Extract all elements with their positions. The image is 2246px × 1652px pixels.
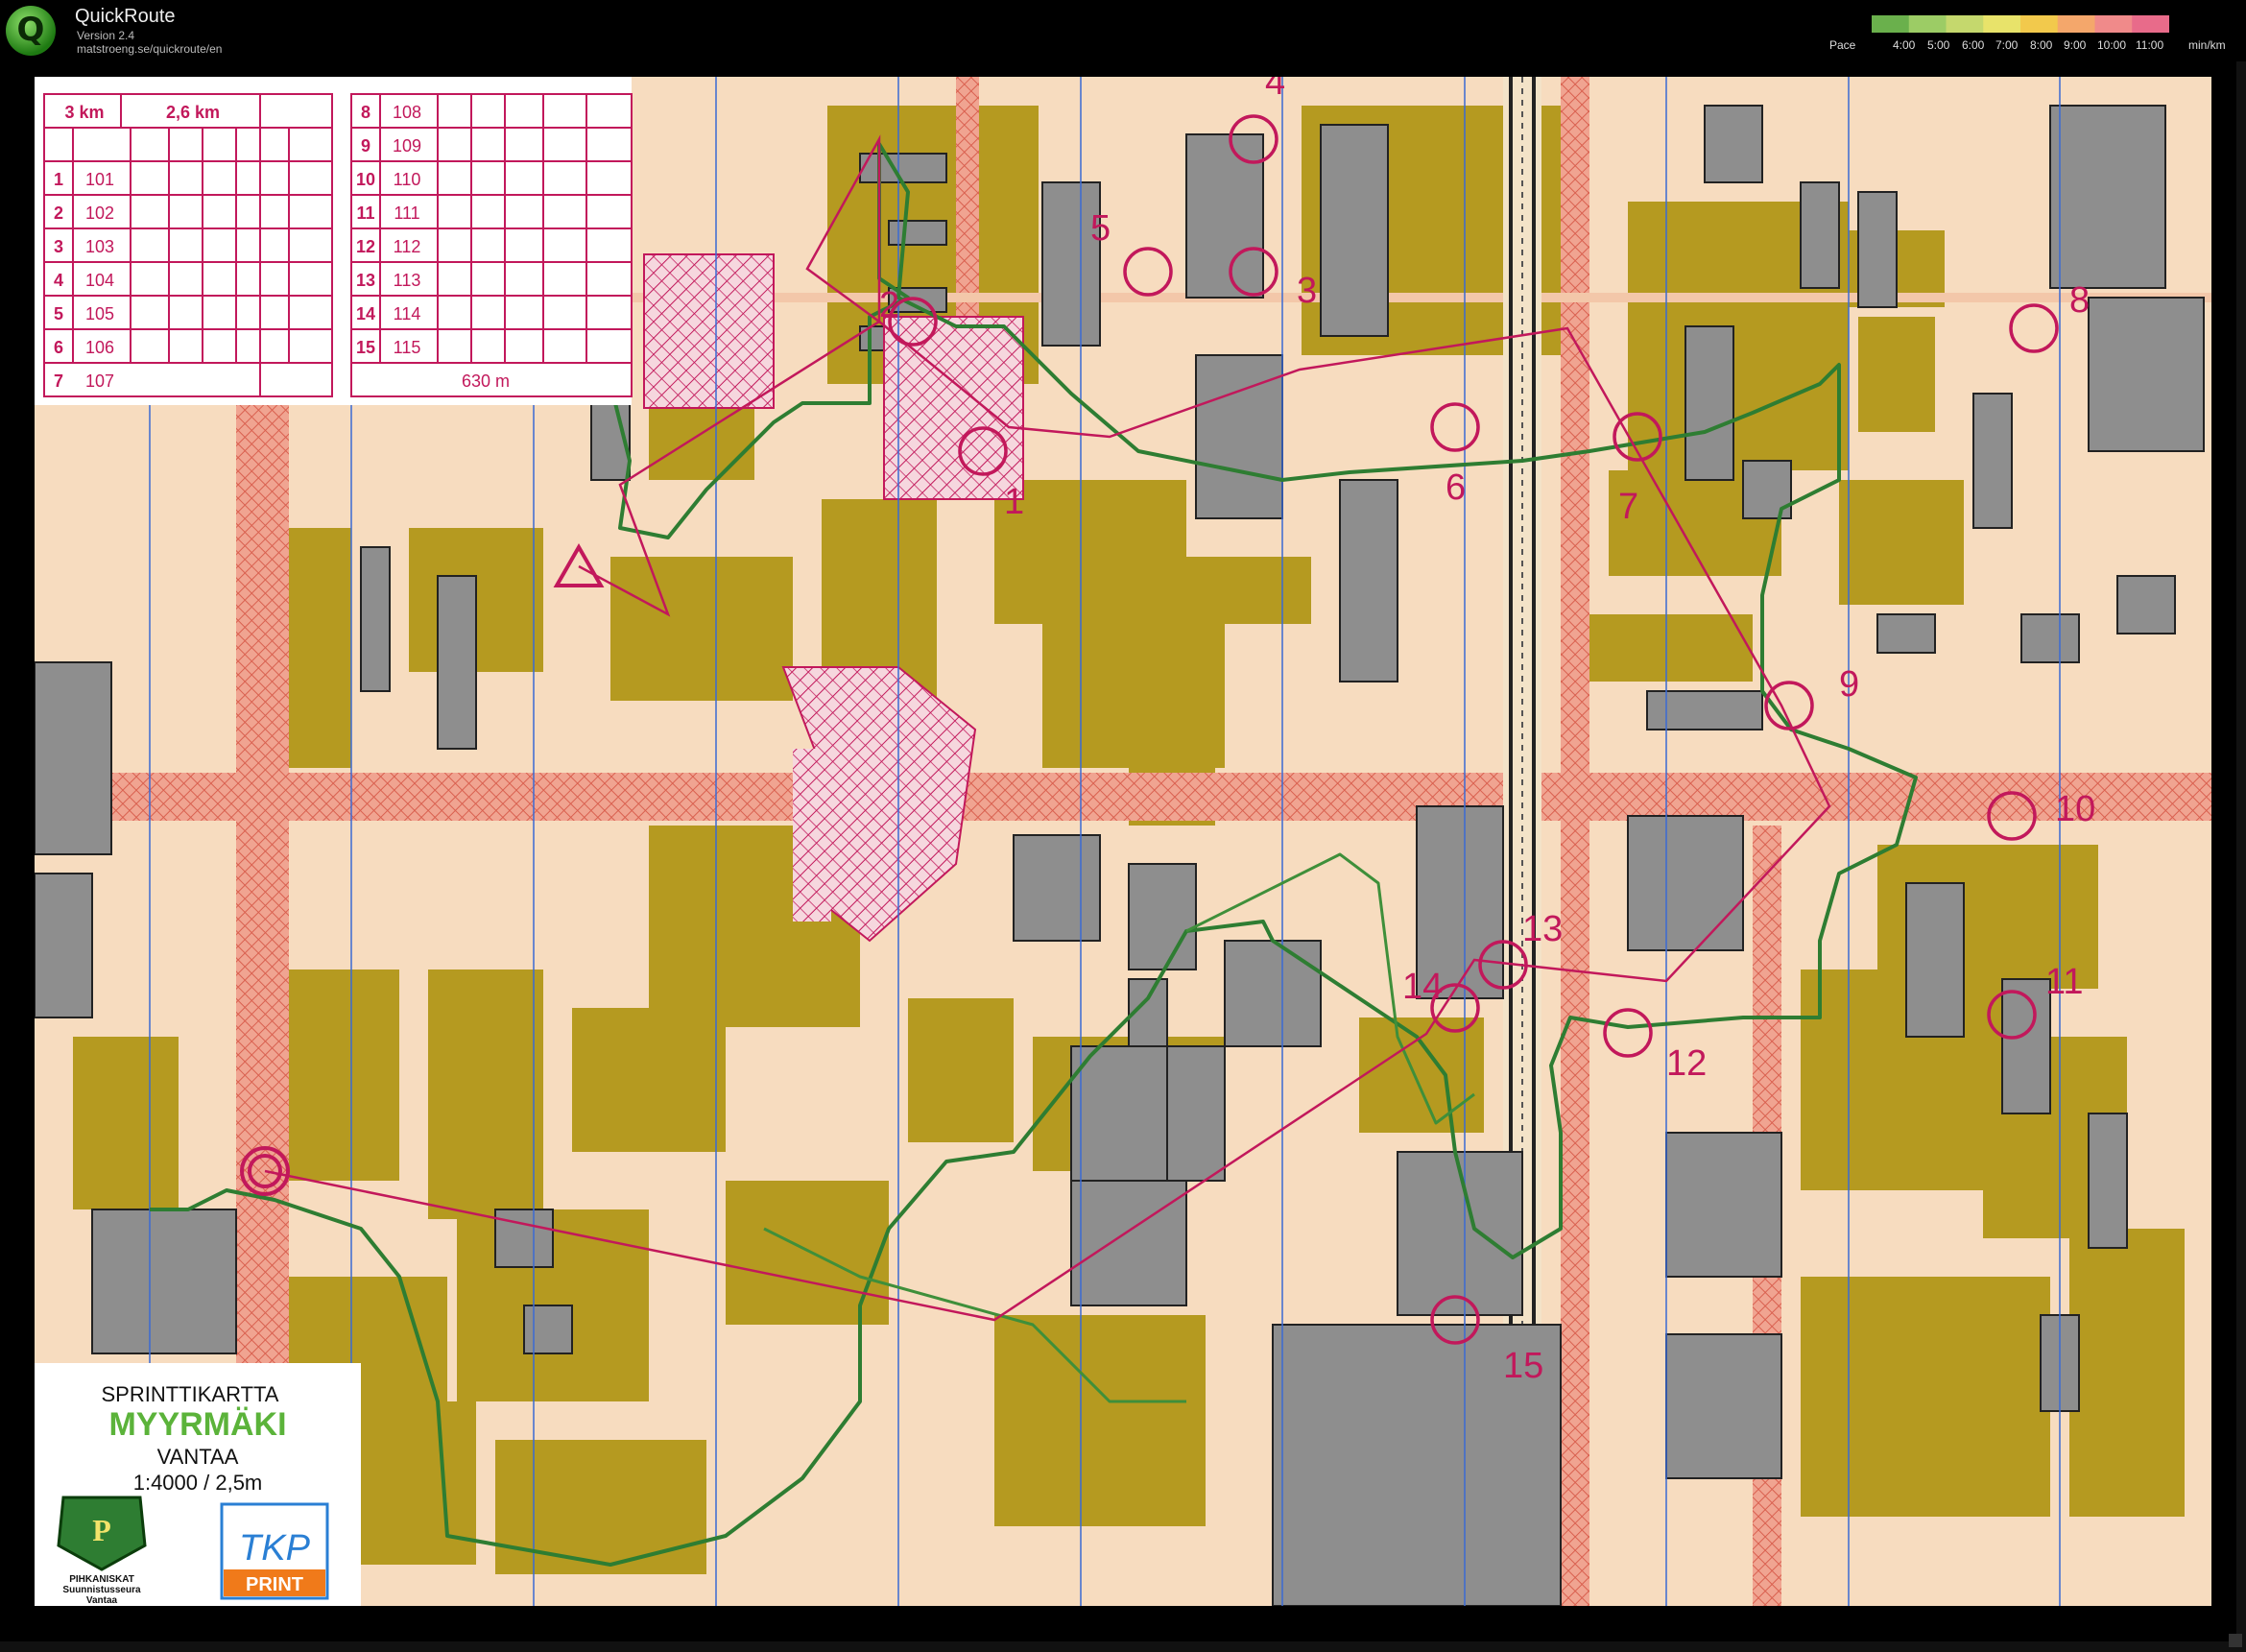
pace-tick-label: 5:00 <box>1927 38 1950 52</box>
pace-legend-unit: min/km <box>2188 38 2226 52</box>
map-title-city: VANTAA <box>157 1445 239 1469</box>
control-table-cell: 9 <box>361 136 370 156</box>
control-table-cell: 105 <box>85 304 114 323</box>
pace-color-legend <box>1872 15 2169 33</box>
svg-text:PRINT: PRINT <box>246 1574 303 1595</box>
pace-color-swatch <box>2132 15 2169 33</box>
control-table-cell: 114 <box>394 304 421 323</box>
pace-color-swatch <box>2020 15 2059 33</box>
pace-color-swatch <box>1908 15 1947 33</box>
pace-tick-label: 7:00 <box>1995 38 2019 52</box>
control-table-cell: 2 <box>54 204 63 223</box>
control-table-cell: 108 <box>393 103 421 122</box>
control-table-cell: 1 <box>54 170 63 189</box>
printer-logo-icon: TKP PRINT <box>220 1502 329 1600</box>
control-table-cell: 6 <box>54 338 63 357</box>
control-number-label: 14 <box>1402 967 1443 1007</box>
control-table-cell: 8 <box>361 103 370 122</box>
title-bar: Q QuickRoute Version 2.4 matstroeng.se/q… <box>0 0 2246 61</box>
control-table-cell: 106 <box>85 338 114 357</box>
control-table-cell: 3 <box>54 237 63 256</box>
control-number-label: 1 <box>1004 482 1024 522</box>
control-table-cell: 11 <box>356 204 374 223</box>
control-table-cell: 109 <box>393 136 421 156</box>
map-title-block: SPRINTTIKARTTA MYYRMÄKI VANTAA 1:4000 / … <box>35 1363 361 1606</box>
control-table-cell: 14 <box>356 304 375 323</box>
pace-tick-label: 6:00 <box>1962 38 1985 52</box>
control-description-sheet: 3 km 2,6 km1 1012 1023 1034 1045 1056 1067 1078 1… <box>35 77 633 405</box>
control-table-cell: 12 <box>356 237 375 256</box>
vertical-scrollbar[interactable] <box>2236 61 2246 1641</box>
pace-tick-label: 9:00 <box>2064 38 2087 52</box>
control-number-label: 13 <box>1522 909 1563 949</box>
pace-tick-label: 4:00 <box>1893 38 1916 52</box>
control-table-cell: 4 <box>54 271 63 290</box>
pace-tick-label: 11:00 <box>2136 38 2164 52</box>
control-table-cell: 115 <box>394 338 421 357</box>
app-version: Version 2.4 <box>77 29 135 42</box>
control-number-label: 4 <box>1265 77 1285 103</box>
orienteering-map[interactable]: 12 3456 789101112131415 3 km 2,6 km1 1012 102… <box>35 77 2211 1606</box>
control-table-cell: 13 <box>356 271 375 290</box>
control-table-cell: 111 <box>394 204 419 223</box>
control-table-cell: 103 <box>85 237 114 256</box>
control-number-label: 3 <box>1297 271 1317 311</box>
pace-color-swatch <box>1872 15 1910 33</box>
app-title: QuickRoute <box>75 6 176 27</box>
control-table-cell: 110 <box>394 170 421 189</box>
control-table-cell: 3 km <box>64 103 104 122</box>
control-table-cell: 7 <box>54 371 63 391</box>
pace-color-swatch <box>2057 15 2096 33</box>
control-table-cell: 15 <box>356 338 375 357</box>
control-number-label: 2 <box>879 285 899 325</box>
control-table-cell: 2,6 km <box>166 103 220 122</box>
control-table-cell: 102 <box>85 204 114 223</box>
svg-text:TKP: TKP <box>239 1528 311 1568</box>
pace-legend-label: Pace <box>1829 38 1856 52</box>
control-number-label: 5 <box>1090 208 1111 249</box>
control-table-cell: 113 <box>394 271 421 290</box>
control-number-label: 12 <box>1666 1043 1707 1084</box>
club-name: PIHKANISKAT <box>69 1574 134 1585</box>
pace-color-swatch <box>1946 15 1985 33</box>
control-table-cell: 104 <box>85 271 114 290</box>
map-title-name: MYYRMÄKI <box>108 1406 286 1443</box>
control-table-cell: 107 <box>85 371 114 391</box>
control-table-cell: 630 m <box>462 371 510 391</box>
scroll-corner <box>2229 1634 2242 1647</box>
control-number-label: 8 <box>2069 280 2090 321</box>
map-title-line1: SPRINTTIKARTTA <box>102 1382 279 1406</box>
horizontal-scrollbar[interactable] <box>0 1641 2246 1652</box>
control-number-label: 11 <box>2045 962 2083 1002</box>
control-table-cell: 101 <box>85 170 114 189</box>
control-number-label: 15 <box>1503 1346 1543 1386</box>
pace-tick-label: 8:00 <box>2030 38 2053 52</box>
quickroute-logo-icon: Q <box>6 6 56 56</box>
club-sub: Suunnistusseura <box>62 1585 141 1595</box>
club-city: Vantaa <box>86 1595 118 1606</box>
control-table-cell: 112 <box>394 237 421 256</box>
control-number-label: 9 <box>1839 664 1859 705</box>
control-table-cell: 10 <box>356 170 375 189</box>
map-scale: 1:4000 / 2,5m <box>133 1471 263 1495</box>
control-table-cell: 5 <box>54 304 63 323</box>
pace-color-swatch <box>1983 15 2021 33</box>
svg-text:P: P <box>92 1513 111 1547</box>
app-url[interactable]: matstroeng.se/quickroute/en <box>77 42 222 56</box>
control-number-label: 10 <box>2055 789 2095 829</box>
control-number-label: 6 <box>1446 467 1466 508</box>
control-number-label: 7 <box>1618 487 1638 527</box>
pace-tick-label: 10:00 <box>2097 38 2127 52</box>
pace-color-swatch <box>2094 15 2134 33</box>
